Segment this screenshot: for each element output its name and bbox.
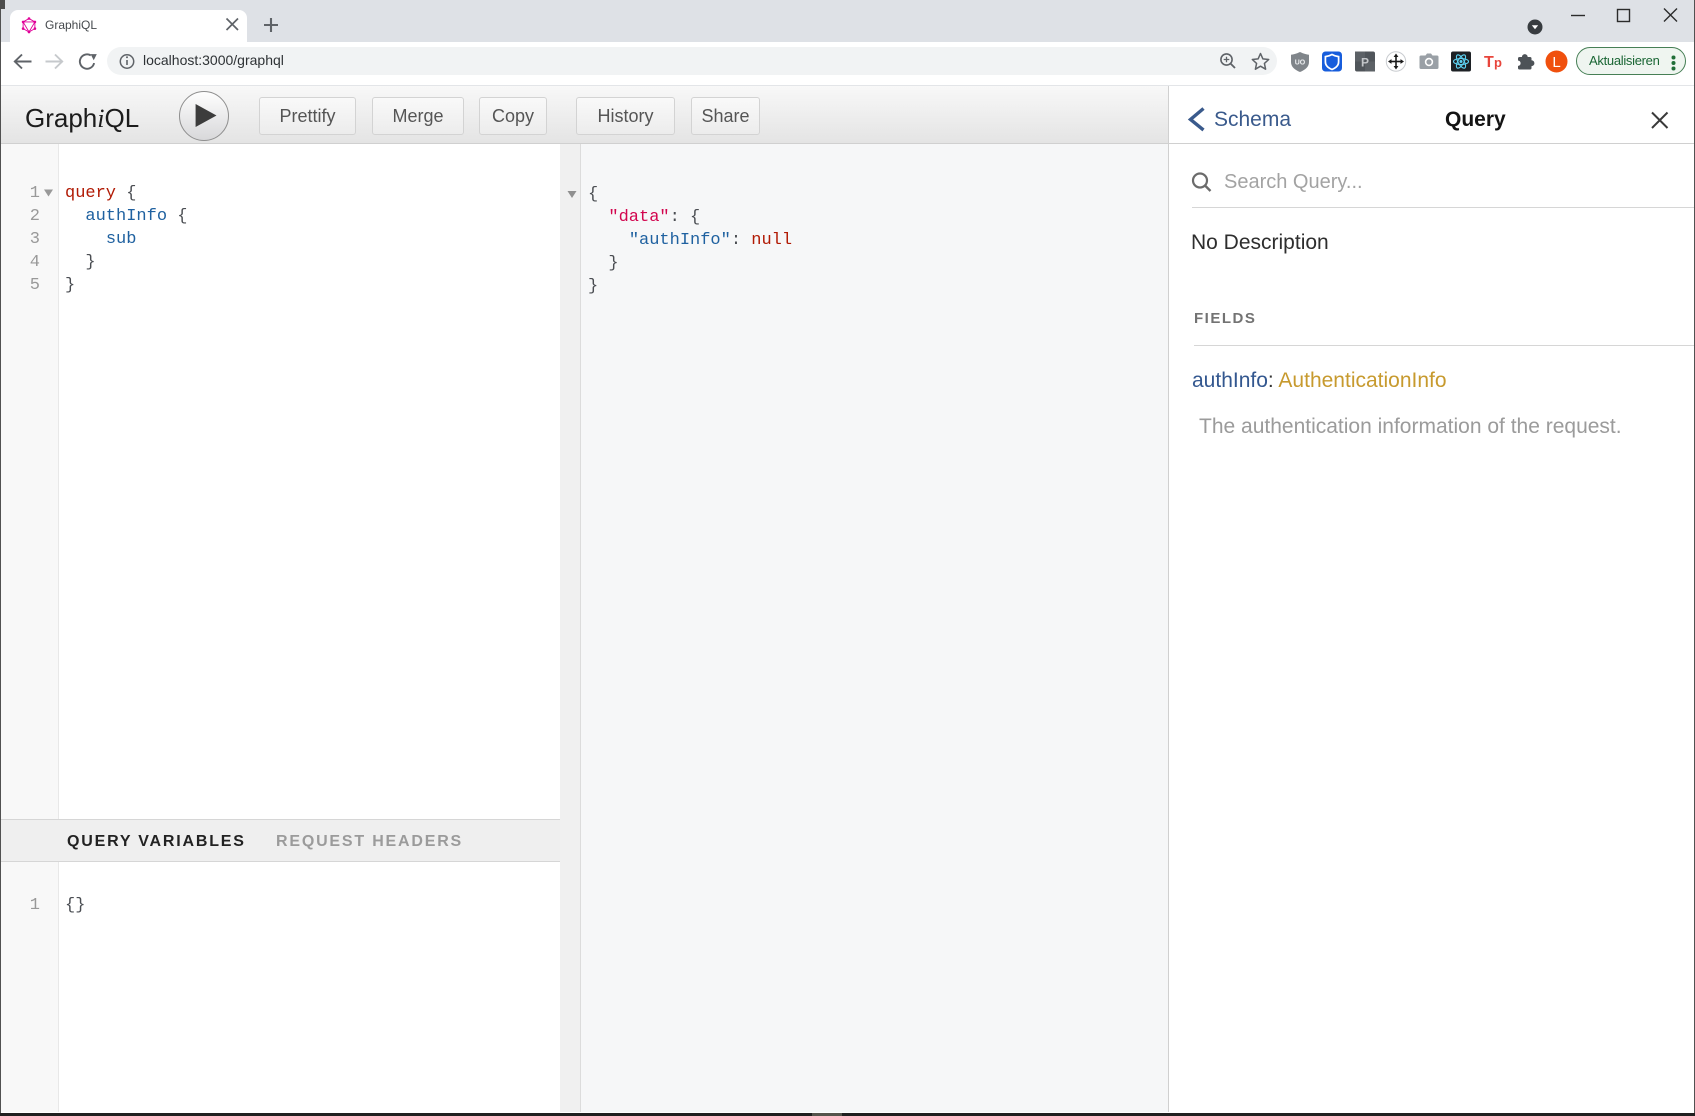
svg-text:T: T — [1484, 54, 1494, 71]
svg-text:p: p — [1494, 55, 1502, 70]
svg-text:P: P — [1361, 56, 1369, 70]
svg-text:L: L — [1552, 54, 1560, 71]
svg-text:UO: UO — [1295, 60, 1306, 67]
